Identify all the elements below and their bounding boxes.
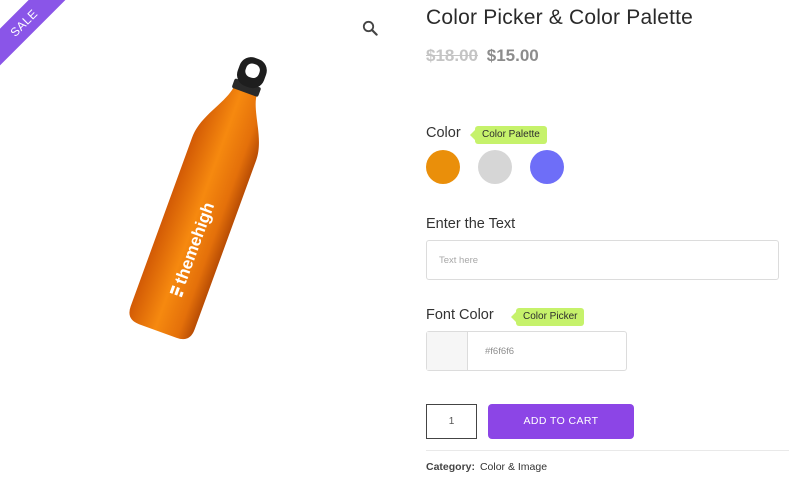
text-field-label: Enter the Text xyxy=(426,216,516,232)
font-color-label: Font Color xyxy=(426,307,494,323)
product-meta: Category: Color & Image xyxy=(426,461,547,473)
divider xyxy=(426,450,789,451)
category-label: Category: xyxy=(426,461,476,473)
magnifier-icon[interactable] xyxy=(362,20,378,36)
text-input[interactable]: Text here xyxy=(426,240,779,280)
color-label: Color xyxy=(426,125,461,141)
color-picker-tooltip: Color Picker xyxy=(510,308,585,326)
product-gallery: SALE themehigh xyxy=(0,0,400,499)
text-input-placeholder: Text here xyxy=(439,255,479,266)
price-original: $18.00 xyxy=(426,46,478,65)
color-swatch-blue[interactable] xyxy=(530,150,564,184)
price-sale: $15.00 xyxy=(486,46,539,65)
color-palette-tooltip: Color Palette xyxy=(470,126,547,144)
quantity-value: 1 xyxy=(448,416,455,427)
color-hex-value[interactable]: #f6f6f6 xyxy=(485,346,514,357)
sale-badge: SALE xyxy=(0,0,69,68)
product-summary: Color Picker & Color Palette $18.00 $15.… xyxy=(426,0,791,499)
color-preview[interactable] xyxy=(427,332,468,370)
product-title: Color Picker & Color Palette xyxy=(426,6,694,29)
color-swatch-orange[interactable] xyxy=(426,150,460,184)
add-to-cart-button[interactable]: ADD TO CART xyxy=(488,404,634,439)
product-image[interactable]: themehigh xyxy=(108,52,298,362)
category-link[interactable]: Color & Image xyxy=(480,461,547,473)
quantity-input[interactable]: 1 xyxy=(426,404,477,439)
price: $18.00 $15.00 xyxy=(426,46,539,66)
color-swatch-gray[interactable] xyxy=(478,150,512,184)
font-color-picker[interactable]: #f6f6f6 xyxy=(426,331,627,371)
